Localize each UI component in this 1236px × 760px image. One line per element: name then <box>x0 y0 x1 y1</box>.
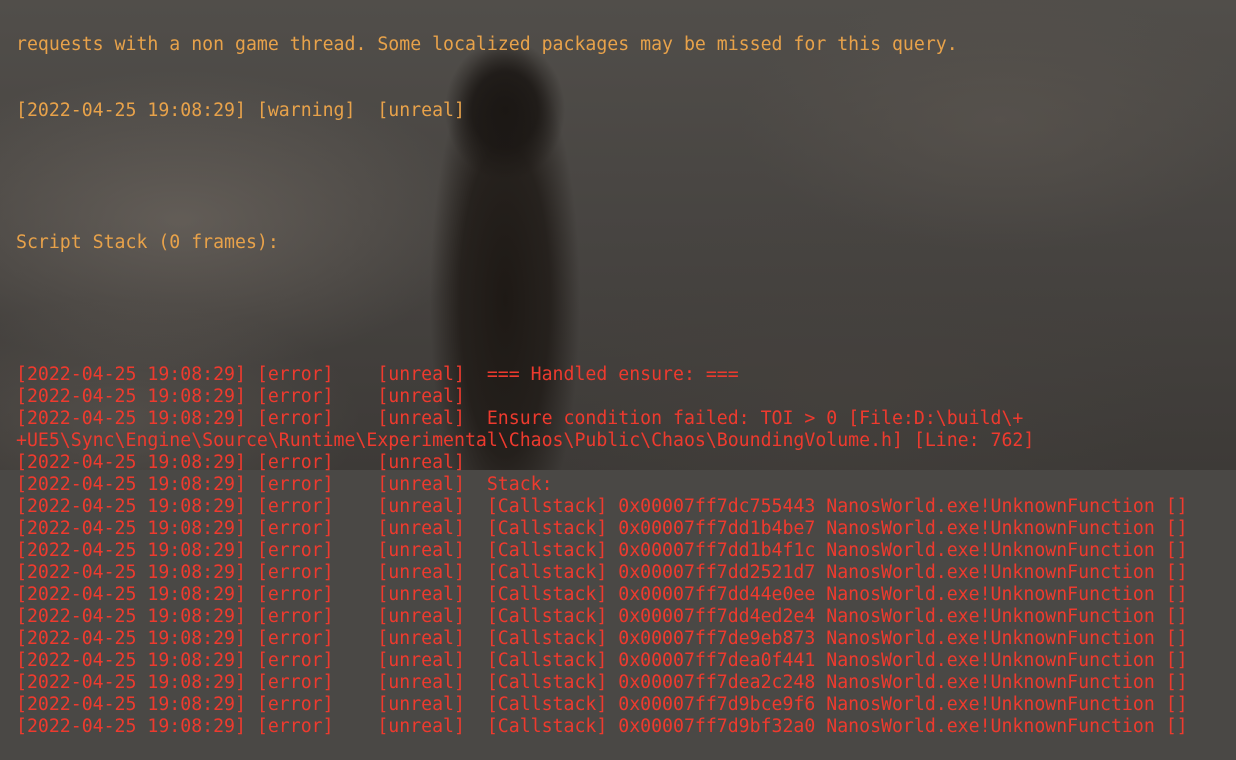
log-line-script-stack: Script Stack (0 frames): <box>16 232 279 253</box>
log-spacer <box>16 298 1236 320</box>
log-line-error: [2022-04-25 19:08:29] [error] [unreal] [… <box>16 694 1188 715</box>
error-log-block: [2022-04-25 19:08:29] [error] [unreal] =… <box>16 364 1236 738</box>
log-line-error: [2022-04-25 19:08:29] [error] [unreal] [… <box>16 540 1188 561</box>
log-spacer <box>16 166 1236 188</box>
log-line-error: [2022-04-25 19:08:29] [error] [unreal] E… <box>16 408 1024 429</box>
log-line-error: [2022-04-25 19:08:29] [error] [unreal] [… <box>16 496 1188 517</box>
log-line-error: [2022-04-25 19:08:29] [error] [unreal] [… <box>16 562 1188 583</box>
log-line-partial: requests with a non game thread. Some lo… <box>16 34 958 55</box>
log-line-error: [2022-04-25 19:08:29] [error] [unreal] =… <box>16 364 739 385</box>
log-line-error: [2022-04-25 19:08:29] [error] [unreal] <box>16 452 465 473</box>
log-line-error: [2022-04-25 19:08:29] [error] [unreal] [… <box>16 650 1188 671</box>
log-line-error: [2022-04-25 19:08:29] [error] [unreal] [… <box>16 584 1188 605</box>
console-log: requests with a non game thread. Some lo… <box>16 0 1236 760</box>
log-line-error: [2022-04-25 19:08:29] [error] [unreal] [… <box>16 628 1188 649</box>
log-line-warning: [2022-04-25 19:08:29] [warning] [unreal] <box>16 100 465 121</box>
log-line-error: [2022-04-25 19:08:29] [error] [unreal] [… <box>16 716 1188 737</box>
log-line-error: [2022-04-25 19:08:29] [error] [unreal] S… <box>16 474 553 495</box>
log-line-error: [2022-04-25 19:08:29] [error] [unreal] [… <box>16 518 1188 539</box>
log-line-error: [2022-04-25 19:08:29] [error] [unreal] <box>16 386 465 407</box>
log-line-error: [2022-04-25 19:08:29] [error] [unreal] [… <box>16 672 1188 693</box>
log-line-error: +UE5\Sync\Engine\Source\Runtime\Experime… <box>16 430 1035 451</box>
log-line-error: [2022-04-25 19:08:29] [error] [unreal] [… <box>16 606 1188 627</box>
